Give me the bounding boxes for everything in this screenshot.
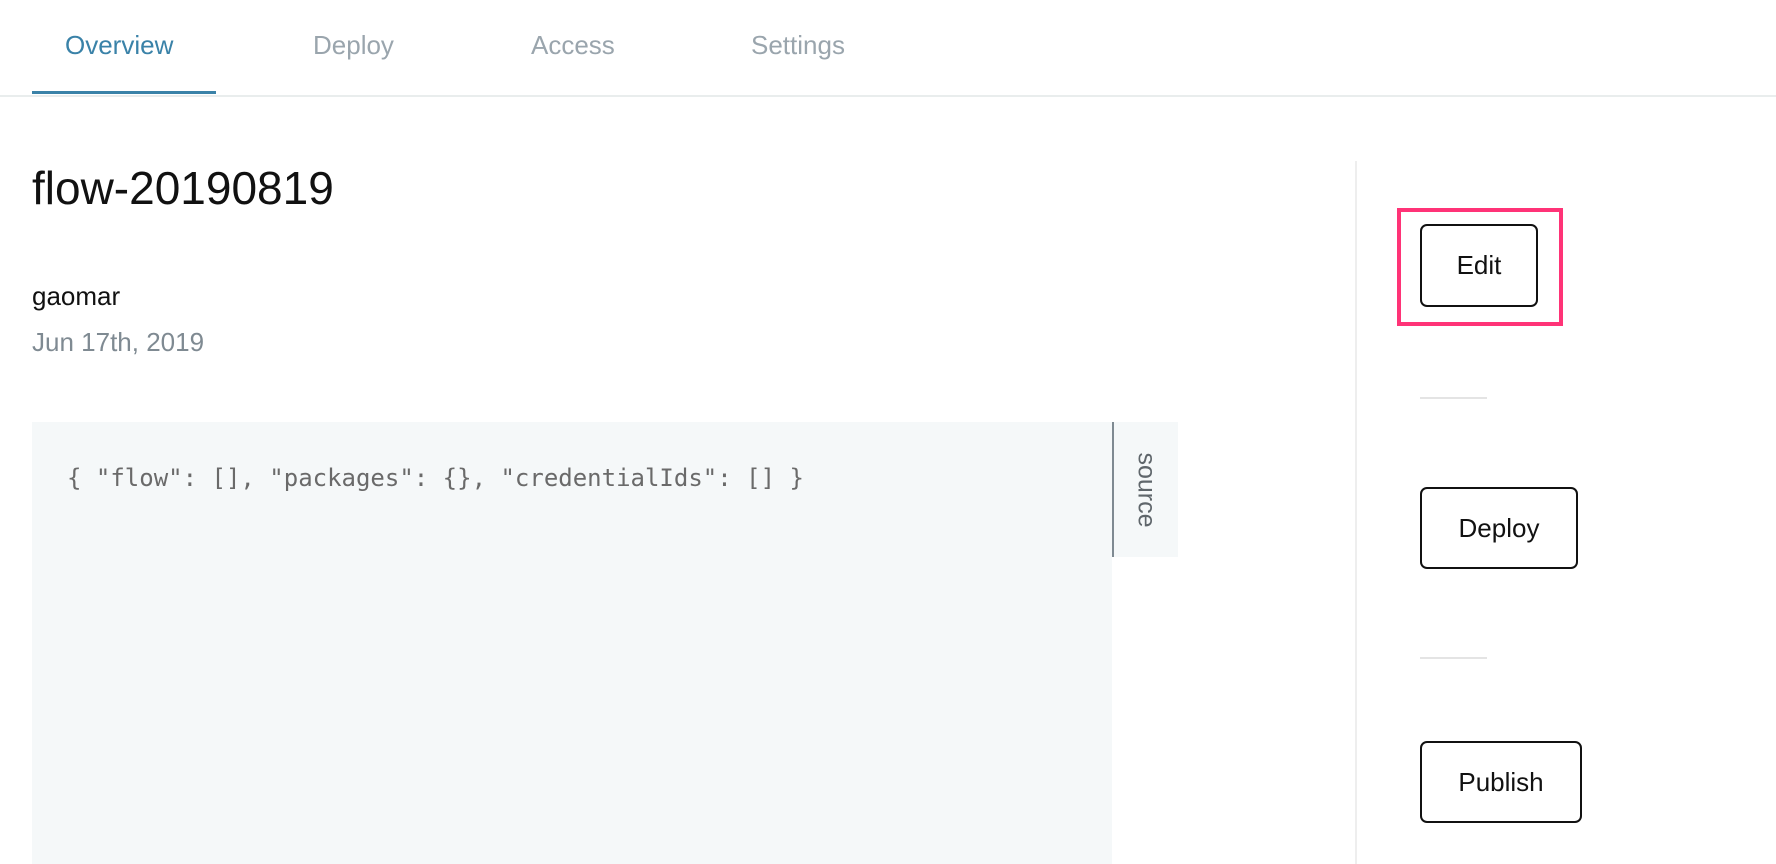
tab-overview[interactable]: Overview <box>65 30 173 61</box>
vertical-divider <box>1355 161 1357 864</box>
active-tab-indicator <box>32 91 216 94</box>
tab-deploy[interactable]: Deploy <box>313 30 394 61</box>
deploy-button[interactable]: Deploy <box>1420 487 1578 569</box>
tab-bar: Overview Deploy Access Settings <box>0 0 1776 97</box>
edit-button[interactable]: Edit <box>1420 224 1538 307</box>
divider <box>1420 657 1487 659</box>
divider <box>1420 397 1487 399</box>
source-code-text: { "flow": [], "packages": {}, "credentia… <box>67 464 804 492</box>
publish-button[interactable]: Publish <box>1420 741 1582 823</box>
source-tab-label: source <box>1132 451 1161 528</box>
created-date: Jun 17th, 2019 <box>32 327 205 357</box>
author-name: gaomar <box>32 281 121 311</box>
source-code-panel: { "flow": [], "packages": {}, "credentia… <box>32 422 1112 864</box>
page-title: flow-20190819 <box>32 162 334 214</box>
source-tab[interactable]: source <box>1112 422 1178 557</box>
tab-access[interactable]: Access <box>531 30 615 61</box>
tab-settings[interactable]: Settings <box>751 30 845 61</box>
